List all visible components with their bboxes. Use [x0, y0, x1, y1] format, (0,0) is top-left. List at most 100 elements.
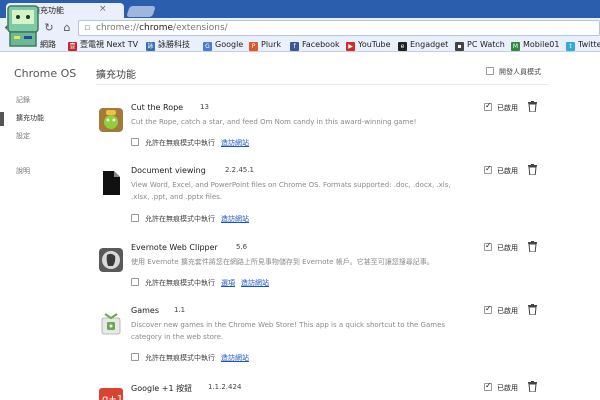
incognito-checkbox[interactable]	[131, 138, 139, 146]
extension-options: 允許在無痕模式中執行 造訪網站	[131, 214, 249, 224]
enabled-checkbox[interactable]	[484, 381, 492, 391]
tab-strip: 擴充功能 ×	[0, 0, 600, 18]
extension-version: 1.1.2.424	[208, 383, 242, 391]
extension-name: Document viewing	[131, 166, 206, 175]
trash-icon[interactable]	[528, 101, 537, 112]
home-button[interactable]: ⌂	[60, 21, 74, 35]
facebook-icon: f	[290, 42, 299, 51]
enabled-label: 已啟用	[497, 307, 518, 315]
cut-the-rope-icon	[99, 108, 123, 132]
address-url: chrome://chrome/extensions/	[96, 23, 228, 33]
visit-site-link[interactable]: 造訪網站	[241, 279, 269, 287]
mobile01-icon: M	[511, 42, 520, 51]
trash-icon[interactable]	[528, 241, 537, 252]
extension-description: 使用 Evernote 擴充套件將您在網路上所見事物儲存到 Evernote 帳…	[131, 258, 434, 266]
extension-description: Cut the Rope, catch a star, and feed Om …	[131, 118, 417, 126]
enabled-toggle[interactable]: 已啟用	[484, 164, 518, 176]
document-icon	[103, 171, 120, 195]
extension-options: 允許在無痕模式中執行 造訪網站	[131, 138, 249, 148]
close-icon[interactable]: ×	[99, 4, 107, 14]
extension-version: 5.6	[236, 243, 248, 251]
bookmark-item[interactable]: t Twitte	[566, 39, 600, 51]
enabled-toggle[interactable]: 已啟用	[484, 381, 518, 393]
plurk-icon: P	[249, 42, 258, 51]
pcwatch-icon: ▪	[455, 42, 464, 51]
enabled-checkbox[interactable]	[484, 101, 492, 111]
extension-name: Evernote Web Clipper	[131, 243, 218, 252]
enabled-label: 已啟用	[497, 167, 518, 175]
incognito-label: 允許在無痕模式中執行	[145, 354, 215, 362]
incognito-checkbox[interactable]	[131, 278, 139, 286]
enabled-checkbox[interactable]	[484, 241, 492, 251]
enabled-toggle[interactable]: 已啟用	[484, 101, 518, 113]
sidebar-item-extensions[interactable]: 擴充功能	[16, 113, 44, 123]
brand-title: Chrome OS	[14, 67, 77, 80]
developer-mode-label: 開發人員模式	[499, 68, 541, 76]
toolbar: ← → ↻ ⌂ ▫ chrome://chrome/extensions/	[0, 18, 600, 38]
nexttv-icon: 壹	[68, 42, 77, 51]
extension-name: Cut the Rope	[131, 103, 184, 112]
extension-name: Google +1 按鈕	[131, 384, 193, 393]
page-icon: ▫	[84, 23, 91, 33]
enabled-toggle[interactable]: 已啟用	[484, 241, 518, 253]
bookmark-item[interactable]: P Plurk	[249, 39, 281, 51]
bookmark-item[interactable]: 網路	[40, 39, 56, 51]
google-plus-one-icon: g+1	[99, 388, 123, 400]
bookmark-item[interactable]: M Mobile01	[511, 39, 559, 51]
sidebar-active-marker	[0, 112, 4, 126]
enabled-label: 已啟用	[497, 244, 518, 252]
enabled-toggle[interactable]: 已啟用	[484, 304, 518, 316]
developer-mode-toggle[interactable]: 開發人員模式	[486, 67, 541, 77]
bookmark-item[interactable]: G Google	[203, 39, 243, 51]
sidebar-item-settings[interactable]: 設定	[16, 131, 30, 141]
trash-icon[interactable]	[528, 164, 537, 175]
svg-text:g+1: g+1	[102, 394, 123, 400]
trash-icon[interactable]	[528, 304, 537, 315]
options-link[interactable]: 選項	[221, 279, 235, 287]
incognito-checkbox[interactable]	[131, 214, 139, 222]
incognito-label: 允許在無痕模式中執行	[145, 279, 215, 287]
bookmark-item[interactable]: ▪ PC Watch	[455, 39, 505, 51]
enabled-checkbox[interactable]	[484, 304, 492, 314]
enabled-label: 已啟用	[497, 104, 518, 112]
incognito-checkbox[interactable]	[131, 353, 139, 361]
twitter-icon: t	[566, 42, 575, 51]
extension-description: Discover new games in the Chrome Web Sto…	[131, 321, 446, 341]
engadget-icon: e	[398, 42, 407, 51]
trash-icon[interactable]	[528, 381, 537, 392]
google-icon: G	[203, 42, 212, 51]
extension-options: 允許在無痕模式中執行 選項 造訪網站	[131, 278, 269, 288]
visit-site-link[interactable]: 造訪網站	[221, 139, 249, 147]
games-icon	[101, 313, 121, 335]
incognito-label: 允許在無痕模式中執行	[145, 139, 215, 147]
bookmark-item[interactable]: 詠詠勝科技	[146, 39, 190, 51]
page-title: 擴充功能	[96, 70, 136, 81]
sidebar-item-help[interactable]: 說明	[16, 166, 30, 176]
enabled-checkbox[interactable]	[484, 164, 492, 174]
youtube-icon: ▶	[346, 42, 355, 51]
weisheng-icon: 詠	[146, 42, 155, 51]
sidebar-item-history[interactable]: 記錄	[16, 95, 30, 105]
bookmark-item[interactable]: f Facebook	[290, 39, 340, 51]
visit-site-link[interactable]: 造訪網站	[221, 354, 249, 362]
bookmark-item[interactable]: e Engadget	[398, 39, 448, 51]
extension-options: 允許在無痕模式中執行 造訪網站	[131, 353, 249, 363]
robot-mascot-icon	[7, 5, 39, 47]
extension-description: View Word, Excel, and PowerPoint files o…	[131, 181, 451, 201]
bookmark-item[interactable]: ▶ YouTube	[346, 39, 391, 51]
bookmarks-bar: 網路 壹壹電視 Next TV 詠詠勝科技 G Google P Plurk f Fa…	[0, 38, 600, 52]
visit-site-link[interactable]: 造訪網站	[221, 215, 249, 223]
header-divider	[96, 84, 548, 85]
developer-mode-checkbox[interactable]	[486, 67, 494, 75]
incognito-label: 允許在無痕模式中執行	[145, 215, 215, 223]
extension-version: 2.2.45.1	[225, 166, 254, 174]
extension-name: Games	[131, 306, 159, 315]
bookmark-item[interactable]: 壹壹電視 Next TV	[68, 39, 138, 51]
extension-version: 13	[200, 103, 209, 111]
new-tab-button[interactable]	[126, 6, 156, 17]
address-bar[interactable]: ▫ chrome://chrome/extensions/	[78, 20, 600, 36]
enabled-label: 已啟用	[497, 384, 518, 392]
extension-version: 1.1	[174, 306, 186, 314]
evernote-icon	[99, 248, 123, 272]
reload-button[interactable]: ↻	[42, 21, 56, 35]
